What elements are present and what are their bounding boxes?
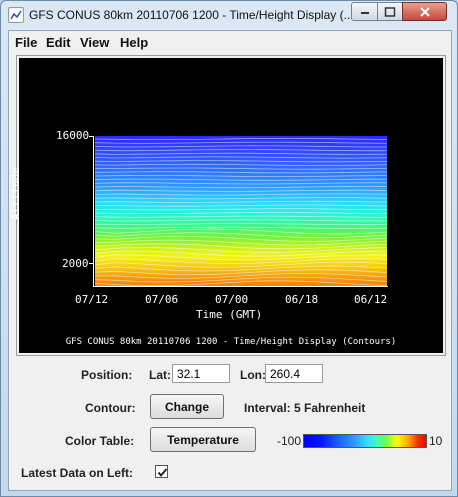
- lat-label: Lat:: [149, 368, 171, 382]
- x-axis-title: Time (GMT): [196, 308, 263, 321]
- close-button[interactable]: [402, 2, 447, 21]
- contour-line: [95, 276, 387, 283]
- menu-help[interactable]: Help: [120, 35, 148, 50]
- color-table-max: 10: [429, 434, 443, 448]
- close-icon: [419, 6, 430, 17]
- contour-line: [95, 228, 387, 235]
- contour-line: [95, 232, 387, 239]
- contour-line: [95, 156, 387, 159]
- color-table-label: Color Table:: [65, 434, 135, 448]
- contour-line: [95, 273, 387, 279]
- color-table-button[interactable]: Temperature: [150, 427, 256, 452]
- contour-line: [95, 145, 387, 148]
- contour-line: [95, 226, 387, 229]
- contour-line: [95, 178, 387, 181]
- contour-line: [95, 189, 387, 192]
- y-tick-label: 2000: [62, 257, 89, 270]
- contour-label: Contour:: [85, 401, 136, 415]
- contour-line: [95, 152, 387, 155]
- minimize-button[interactable]: [351, 2, 378, 21]
- latest-data-checkbox[interactable]: [155, 465, 168, 478]
- contour-line: [95, 208, 387, 211]
- lat-input[interactable]: [172, 364, 230, 383]
- minimize-icon: [360, 11, 369, 14]
- color-table-bar: [303, 434, 427, 448]
- x-tick-label: 07/12: [75, 293, 109, 306]
- y-axis-line: [93, 136, 94, 287]
- color-table-min: -100: [277, 434, 302, 448]
- lon-label: Lon:: [240, 368, 266, 382]
- y-axis-title: Altitude: [9, 167, 22, 220]
- x-tick-label: 06/18: [285, 293, 319, 306]
- contour-line: [95, 200, 387, 203]
- display-panel: 16000 2000 Altitude 07/12 07/06 07/00 06…: [9, 55, 446, 356]
- contour-line: [95, 223, 387, 226]
- contour-line: [95, 211, 387, 214]
- contour-line: [95, 141, 387, 144]
- contour-line: [95, 171, 387, 174]
- menu-edit[interactable]: Edit: [46, 35, 71, 50]
- contour-line: [95, 193, 387, 196]
- contour-line: [95, 204, 387, 207]
- contour-line: [95, 247, 387, 253]
- y-tick-mark: [89, 263, 94, 264]
- display-caption: GFS CONUS 80km 20110706 1200 - Time/Heig…: [65, 337, 397, 347]
- contour-line: [95, 167, 387, 170]
- menu-view[interactable]: View: [80, 35, 109, 50]
- time-height-canvas[interactable]: 16000 2000 Altitude 07/12 07/06 07/00 06…: [9, 58, 443, 353]
- x-axis-line: [93, 286, 388, 287]
- window-content: File Edit View Help 16000 2000 Altitude …: [8, 30, 452, 491]
- contour-plot[interactable]: [95, 136, 387, 286]
- menu-bar: File Edit View Help: [9, 31, 451, 53]
- contour-line: [95, 186, 387, 189]
- contour-line: [95, 269, 387, 276]
- contour-line: [95, 138, 387, 141]
- contour-interval: Interval: 5 Fahrenheit: [244, 401, 366, 415]
- contour-line: [95, 160, 387, 163]
- contour-line: [95, 163, 387, 166]
- window-title: GFS CONUS 80km 20110706 1200 - Time/Heig…: [29, 8, 354, 22]
- maximize-button[interactable]: [377, 2, 403, 21]
- contour-lines: [95, 138, 387, 286]
- checkmark-icon: [157, 468, 168, 477]
- contour-line: [95, 197, 387, 200]
- application-window: GFS CONUS 80km 20110706 1200 - Time/Heig…: [0, 0, 458, 497]
- x-tick-label: 06/12: [354, 293, 388, 306]
- menu-file[interactable]: File: [15, 35, 37, 50]
- title-bar[interactable]: GFS CONUS 80km 20110706 1200 - Time/Heig…: [1, 1, 457, 29]
- latest-data-label: Latest Data on Left:: [21, 466, 134, 480]
- change-contour-button[interactable]: Change: [150, 394, 224, 419]
- lon-input[interactable]: [265, 364, 323, 383]
- contour-line: [95, 149, 387, 152]
- contour-line: [95, 219, 387, 222]
- x-tick-label: 07/06: [145, 293, 179, 306]
- y-tick-label: 16000: [56, 129, 90, 142]
- contour-line: [95, 258, 387, 265]
- x-tick-label: 07/00: [215, 293, 249, 306]
- maximize-icon: [384, 6, 396, 17]
- contour-line: [95, 182, 387, 185]
- app-icon: [8, 7, 24, 23]
- contour-line: [95, 174, 387, 177]
- position-label: Position:: [81, 368, 133, 382]
- contour-line: [95, 215, 387, 218]
- y-tick-mark: [89, 136, 94, 137]
